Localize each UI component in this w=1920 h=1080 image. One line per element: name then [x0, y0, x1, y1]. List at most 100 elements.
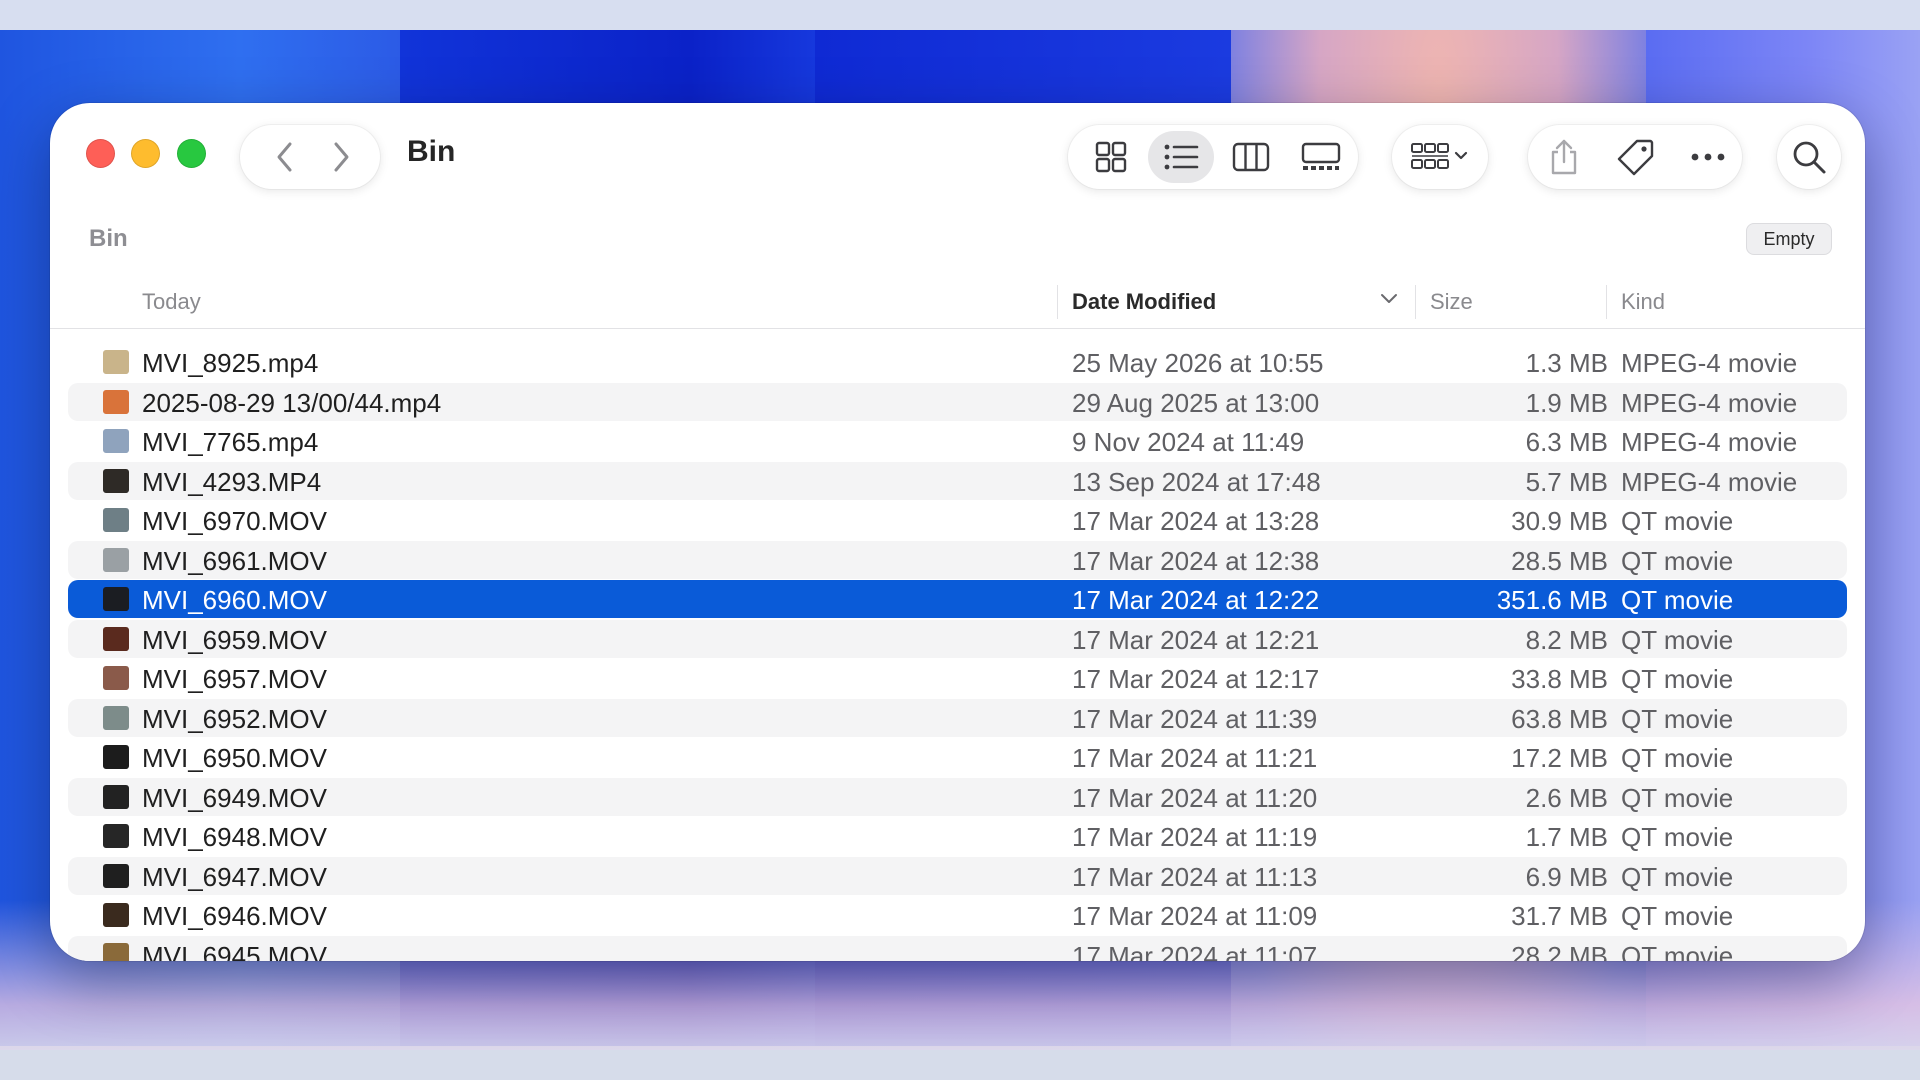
group-icon — [1411, 143, 1468, 169]
video-thumbnail-icon — [103, 784, 129, 809]
file-date-modified: 29 Aug 2025 at 13:00 — [1072, 387, 1320, 418]
file-kind: QT movie — [1621, 940, 1734, 962]
gallery-view-icon — [1301, 142, 1341, 170]
file-row[interactable]: MVI_6950.MOV 17 Mar 2024 at 11:21 17.2 MB Q… — [68, 738, 1847, 776]
file-row[interactable]: MVI_6946.MOV 17 Mar 2024 at 11:09 31.7 MB Q… — [68, 896, 1847, 934]
chevron-right-icon — [334, 142, 349, 172]
share-button[interactable] — [1538, 131, 1590, 183]
file-size: 2.6 MB — [1525, 782, 1608, 813]
file-row[interactable]: MVI_7765.mp4 9 Nov 2024 at 11:49 6.3 MB MPE… — [68, 422, 1847, 460]
file-date-modified: 17 Mar 2024 at 11:39 — [1072, 703, 1318, 734]
file-kind: QT movie — [1621, 901, 1734, 931]
video-thumbnail-icon — [103, 824, 129, 848]
video-thumbnail-icon — [103, 863, 129, 888]
file-kind: MPEG-4 movie — [1621, 348, 1798, 378]
window-title: Bin — [407, 135, 456, 168]
tag-button[interactable] — [1610, 131, 1662, 183]
file-size: 17.2 MB — [1511, 743, 1608, 773]
file-name: MVI_6970.MOV — [142, 506, 327, 536]
file-size: 33.8 MB — [1511, 664, 1608, 694]
video-thumbnail-icon — [103, 389, 129, 414]
file-name: MVI_6945.MOV — [142, 940, 327, 962]
file-row[interactable]: MVI_6952.MOV 17 Mar 2024 at 11:39 63.8 MB Q… — [68, 698, 1847, 737]
column-divider[interactable] — [1606, 285, 1607, 319]
file-name: MVI_6959.MOV — [142, 624, 327, 655]
file-kind: QT movie — [1621, 782, 1734, 813]
file-date-modified: 17 Mar 2024 at 12:17 — [1072, 664, 1320, 694]
file-name: MVI_7765.mp4 — [142, 427, 319, 457]
empty-bin-button[interactable]: Empty — [1746, 223, 1832, 255]
file-name: MVI_6949.MOV — [142, 782, 327, 813]
video-thumbnail-icon — [103, 903, 129, 927]
file-size: 28.2 MB — [1511, 940, 1608, 962]
file-row[interactable]: MVI_6960.MOV 17 Mar 2024 at 12:22 351.6 MB… — [68, 580, 1847, 618]
video-thumbnail-icon — [103, 547, 129, 572]
search-icon — [1793, 141, 1826, 174]
file-name: MVI_6950.MOV — [142, 743, 327, 773]
column-divider[interactable] — [1057, 285, 1058, 319]
column-view-icon — [1232, 142, 1270, 172]
gallery-view-button[interactable] — [1288, 131, 1354, 183]
file-row[interactable]: MVI_6959.MOV 17 Mar 2024 at 12:21 8.2 MB QT… — [68, 619, 1847, 658]
column-view-button[interactable] — [1218, 131, 1284, 183]
file-size: 351.6 MB — [1496, 585, 1608, 615]
file-kind: QT movie — [1621, 624, 1734, 655]
file-row[interactable]: MVI_4293.MP4 13 Sep 2024 at 17:48 5.7 MB MP… — [68, 461, 1847, 500]
video-thumbnail-icon — [103, 429, 129, 453]
file-kind: QT movie — [1621, 545, 1734, 576]
file-date-modified: 17 Mar 2024 at 11:13 — [1072, 861, 1318, 892]
file-row[interactable]: MVI_6957.MOV 17 Mar 2024 at 12:17 33.8 MB Q… — [68, 659, 1847, 697]
icon-view-button[interactable] — [1078, 131, 1144, 183]
file-row[interactable]: MVI_6947.MOV 17 Mar 2024 at 11:13 6.9 MB QT… — [68, 856, 1847, 895]
file-row[interactable]: MVI_6949.MOV 17 Mar 2024 at 11:20 2.6 MB QT… — [68, 777, 1847, 816]
file-row[interactable]: MVI_6948.MOV 17 Mar 2024 at 11:19 1.7 MB QT… — [68, 817, 1847, 855]
file-row[interactable]: MVI_8925.mp4 25 May 2026 at 10:55 1.3 MB MP… — [68, 343, 1847, 381]
file-row[interactable]: 2025-08-29 13/00/44.mp4 29 Aug 2025 at 13… — [68, 382, 1847, 421]
zoom-button[interactable] — [177, 139, 206, 168]
file-kind: QT movie — [1621, 506, 1734, 536]
kind-column-header[interactable]: Kind — [1621, 289, 1665, 315]
file-date-modified: 17 Mar 2024 at 11:21 — [1072, 743, 1318, 773]
file-name: MVI_4293.MP4 — [142, 466, 322, 497]
file-size: 63.8 MB — [1511, 703, 1608, 734]
close-button[interactable] — [86, 139, 115, 168]
file-date-modified: 9 Nov 2024 at 11:49 — [1072, 427, 1305, 457]
search-group — [1777, 125, 1841, 189]
group-header-label: Today — [142, 289, 201, 314]
more-icon — [1691, 153, 1725, 161]
file-row[interactable]: MVI_6961.MOV 17 Mar 2024 at 12:38 28.5 MB Q… — [68, 540, 1847, 579]
list-view-button[interactable] — [1148, 131, 1214, 183]
more-button[interactable] — [1682, 131, 1734, 183]
file-size: 6.3 MB — [1525, 427, 1608, 457]
tag-icon — [1617, 139, 1654, 176]
file-kind: MPEG-4 movie — [1621, 387, 1798, 418]
file-date-modified: 25 May 2026 at 10:55 — [1072, 348, 1324, 378]
file-row[interactable]: MVI_6945.MOV 17 Mar 2024 at 11:07 28.2 MB Q… — [68, 935, 1847, 962]
size-column-header[interactable]: Size — [1430, 289, 1473, 315]
group-by-button[interactable] — [1400, 131, 1480, 183]
file-size: 8.2 MB — [1525, 624, 1608, 655]
file-date-modified: 17 Mar 2024 at 11:20 — [1072, 782, 1318, 813]
column-header: Today Date Modified Size Kind — [50, 273, 1865, 329]
file-kind: QT movie — [1621, 822, 1734, 852]
date-modified-column-header[interactable]: Date Modified — [1072, 289, 1216, 315]
icon-view-icon — [1095, 141, 1127, 173]
chevron-down-icon[interactable] — [1380, 293, 1398, 305]
file-date-modified: 17 Mar 2024 at 12:21 — [1072, 624, 1320, 655]
file-kind: MPEG-4 movie — [1621, 466, 1798, 497]
file-kind: QT movie — [1621, 585, 1734, 615]
search-button[interactable] — [1777, 125, 1841, 189]
file-name: 2025-08-29 13/00/44.mp4 — [142, 387, 442, 418]
file-row[interactable]: MVI_6970.MOV 17 Mar 2024 at 13:28 30.9 MB Q… — [68, 501, 1847, 539]
file-size: 31.7 MB — [1511, 901, 1608, 931]
file-date-modified: 17 Mar 2024 at 13:28 — [1072, 506, 1320, 536]
file-size: 1.3 MB — [1525, 348, 1608, 378]
file-kind: QT movie — [1621, 743, 1734, 773]
file-size: 5.7 MB — [1525, 466, 1608, 497]
file-name: MVI_6961.MOV — [142, 545, 327, 576]
forward-button[interactable] — [318, 125, 364, 189]
back-button[interactable] — [262, 125, 308, 189]
column-divider[interactable] — [1415, 285, 1416, 319]
file-size: 6.9 MB — [1525, 861, 1608, 892]
minimize-button[interactable] — [131, 139, 160, 168]
